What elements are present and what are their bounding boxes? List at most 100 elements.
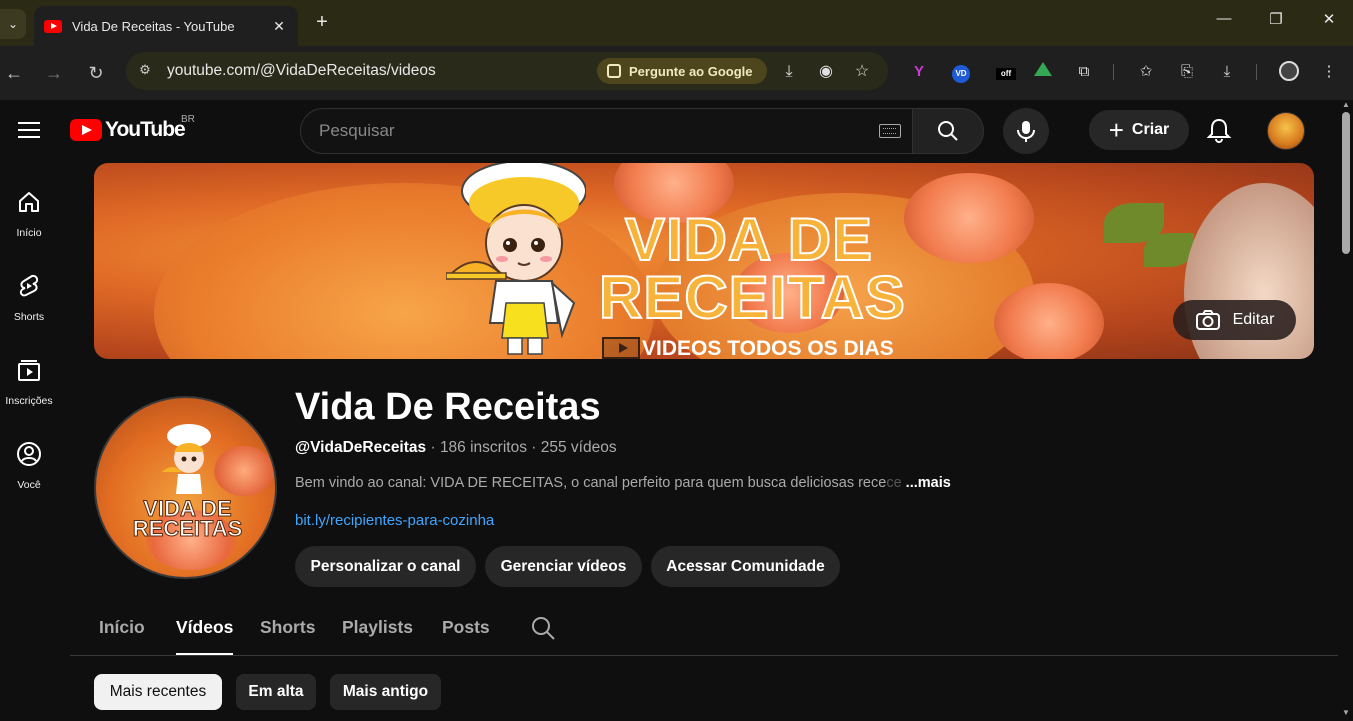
profile-icon[interactable]	[1278, 61, 1300, 83]
site-info-icon[interactable]: ⚙	[136, 61, 154, 79]
avatar-shrimp-image	[214, 446, 274, 496]
scroll-down-arrow-icon[interactable]: ▼	[1341, 708, 1351, 717]
channel-name: Vida De Receitas	[295, 386, 601, 428]
tab-playlists[interactable]: Playlists	[342, 617, 413, 638]
restore-button[interactable]: ❐	[1261, 10, 1291, 28]
tab-close-icon[interactable]: ✕	[270, 18, 288, 35]
meta-separator: ·	[531, 439, 541, 456]
guide-label: Inscrições	[5, 395, 53, 407]
channel-meta: @VidaDeReceitas · 186 inscritos · 255 ví…	[295, 439, 617, 457]
google-drive-icon[interactable]	[1032, 61, 1054, 83]
avatar-chef-mascot	[162, 424, 211, 494]
channel-banner: VIDA DE RECEITAS VIDEOS TODOS OS DIAS	[94, 163, 1314, 359]
create-button[interactable]: + Criar	[1089, 110, 1189, 150]
search-icon	[938, 121, 958, 141]
guide-item-you[interactable]: Você	[0, 440, 58, 491]
tab-home[interactable]: Início	[99, 617, 145, 638]
notifications-bell-icon[interactable]	[1205, 116, 1233, 144]
extension-vd-icon[interactable]: VD	[950, 61, 972, 83]
back-arrow-icon[interactable]: ←	[1, 60, 27, 86]
create-label: Criar	[1131, 121, 1170, 138]
customize-channel-button[interactable]: Personalizar o canal	[295, 546, 476, 587]
guide-menu-icon[interactable]	[18, 122, 40, 138]
new-tab-button[interactable]: +	[310, 10, 334, 34]
region-code: BR	[181, 114, 195, 125]
chef-mascot-illustration	[446, 163, 586, 355]
banner-title: VIDA DE RECEITAS	[598, 209, 906, 331]
scrollbar-thumb[interactable]	[1342, 112, 1350, 254]
guide-label: Início	[16, 227, 42, 239]
guide-item-shorts[interactable]: Shorts	[0, 272, 58, 323]
channel-search-icon[interactable]	[530, 615, 556, 641]
guide-item-subscriptions[interactable]: Inscrições	[0, 356, 58, 407]
edit-banner-button[interactable]: Editar	[1173, 300, 1296, 340]
tab-shorts[interactable]: Shorts	[260, 617, 315, 638]
ask-google-button[interactable]: Pergunte ao Google	[597, 58, 767, 84]
banner-subtitle: VIDEOS TODOS OS DIAS	[602, 337, 942, 359]
downloads-icon[interactable]: ⤓	[1216, 61, 1238, 83]
manage-videos-button[interactable]: Gerenciar vídeos	[485, 546, 642, 587]
chip-latest[interactable]: Mais recentes	[94, 674, 222, 710]
chip-oldest[interactable]: Mais antigo	[330, 674, 441, 710]
youtube-favicon-icon	[44, 19, 62, 33]
search-box[interactable]	[300, 108, 920, 154]
youtube-play-icon	[70, 119, 102, 141]
url-text[interactable]: youtube.com/@VidaDeReceitas/videos	[167, 62, 436, 80]
logo-text: YouTube	[105, 118, 186, 141]
bookmarks-icon[interactable]: ✩	[1135, 61, 1157, 83]
keyboard-icon[interactable]	[879, 124, 901, 138]
bookmark-star-icon[interactable]: ☆	[851, 61, 873, 83]
toolbar-divider	[1113, 64, 1114, 80]
browser-menu-icon[interactable]: ⋮	[1318, 61, 1340, 83]
address-bar[interactable]: ⚙ youtube.com/@VidaDeReceitas/videos Per…	[126, 52, 888, 90]
channel-handle: @VidaDeReceitas	[295, 439, 427, 456]
account-avatar[interactable]	[1267, 112, 1305, 150]
youtube-page: YouTube BR + Criar Início Shorts Inscriç…	[0, 100, 1353, 721]
banner-shrimp-image	[904, 173, 1034, 263]
voice-search-button[interactable]	[1003, 108, 1049, 154]
extension-off-icon[interactable]: off	[995, 61, 1017, 83]
youtube-logo[interactable]: YouTube BR	[70, 114, 195, 142]
channel-avatar[interactable]: VIDA DE RECEITAS	[94, 396, 277, 579]
you-icon	[17, 442, 41, 466]
channel-external-link[interactable]: bit.ly/recipientes-para-cozinha	[295, 512, 494, 529]
tab-posts[interactable]: Posts	[442, 617, 490, 638]
description-text: Bem vindo ao canal: VIDA DE RECEITAS, o …	[295, 475, 887, 491]
tab-title: Vida De Receitas - YouTube	[72, 18, 235, 34]
extensions-puzzle-icon[interactable]: ⧉	[1073, 61, 1095, 83]
microphone-icon	[1017, 121, 1035, 142]
install-app-icon[interactable]: ⤓	[778, 61, 800, 83]
video-count: 255 vídeos	[540, 439, 617, 456]
scroll-up-arrow-icon[interactable]: ▲	[1341, 100, 1351, 109]
extension-y-icon[interactable]: Y	[908, 61, 930, 83]
home-icon	[19, 192, 39, 212]
browser-tab-bar: ⌄ Vida De Receitas - YouTube ✕ + — ❐ ✕	[0, 0, 1353, 46]
search-button[interactable]	[912, 108, 984, 154]
shorts-icon	[19, 274, 39, 297]
tab-videos[interactable]: Vídeos	[176, 617, 234, 655]
forward-arrow-icon[interactable]: →	[41, 60, 67, 86]
minimize-button[interactable]: —	[1209, 10, 1239, 27]
channel-tabs: Início Vídeos Shorts Playlists Posts	[70, 603, 1338, 656]
guide-item-home[interactable]: Início	[0, 188, 58, 239]
browser-tab[interactable]: Vida De Receitas - YouTube ✕	[34, 6, 298, 46]
guide-label: Shorts	[13, 311, 45, 323]
toolbar-divider	[1256, 64, 1257, 80]
chip-popular[interactable]: Em alta	[236, 674, 316, 710]
lens-icon	[607, 64, 621, 78]
window-close-button[interactable]: ✕	[1314, 10, 1344, 28]
avatar-title-line: RECEITAS	[132, 516, 243, 541]
eye-icon[interactable]: ◉	[815, 61, 837, 83]
page-scrollbar[interactable]: ▲ ▼	[1339, 100, 1353, 721]
search-input[interactable]	[319, 121, 859, 141]
camera-icon	[1195, 310, 1220, 330]
channel-description[interactable]: Bem vindo ao canal: VIDA DE RECEITAS, o …	[295, 475, 985, 491]
banner-title-line: RECEITAS	[598, 264, 906, 331]
translate-icon[interactable]: ⎘	[1176, 61, 1198, 83]
guide-label: Você	[17, 479, 41, 491]
tab-list-dropdown-icon[interactable]: ⌄	[0, 9, 26, 39]
reload-icon[interactable]: ↻	[83, 60, 109, 86]
banner-subtitle-text: VIDEOS TODOS OS DIAS	[642, 337, 894, 359]
community-button[interactable]: Acessar Comunidade	[651, 546, 840, 587]
more-link[interactable]: ...mais	[906, 475, 951, 491]
